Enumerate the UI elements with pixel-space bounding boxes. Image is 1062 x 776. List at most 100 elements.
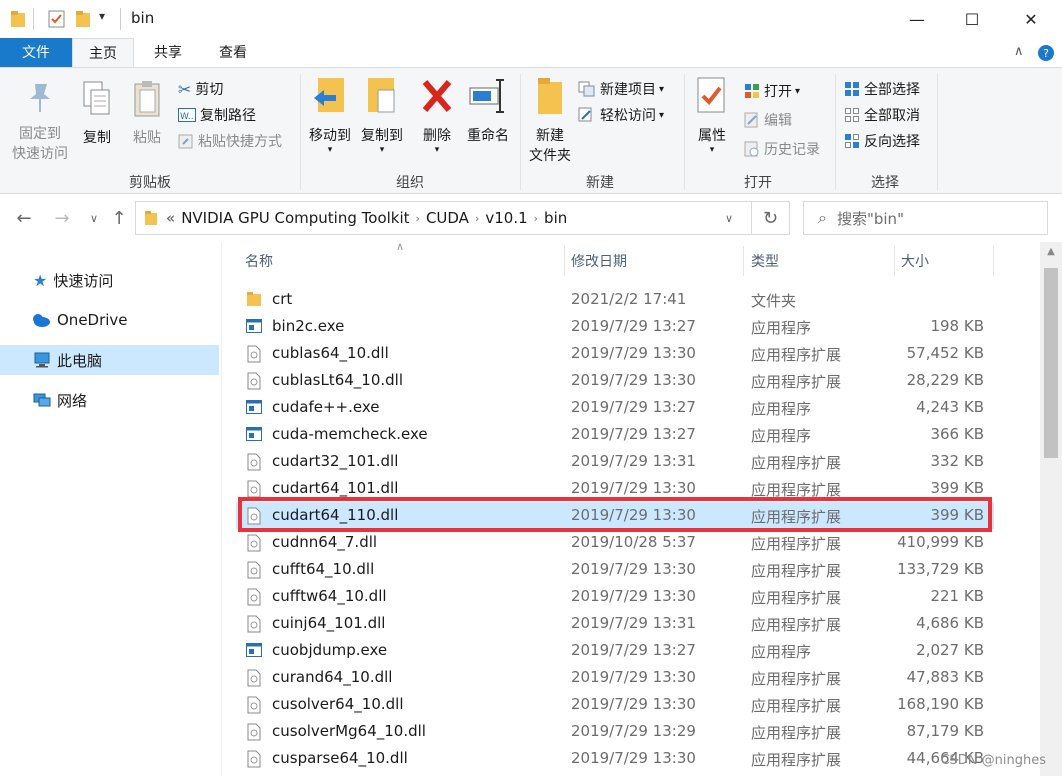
select-none-button[interactable]: 全部取消	[844, 105, 920, 125]
collapse-ribbon-icon[interactable]: ∧	[1014, 44, 1024, 59]
properties-icon	[697, 77, 725, 113]
delete-button[interactable]: 删除 ▾	[416, 76, 458, 155]
breadcrumb-nvidia[interactable]: NVIDIA GPU Computing Toolkit	[181, 209, 409, 227]
column-header-size[interactable]: 大小	[901, 251, 929, 271]
properties-button[interactable]: 属性 ▾	[688, 76, 736, 155]
file-row[interactable]: cudart32_101.dll 2019/7/29 13:31 应用程序扩展 332…	[236, 448, 994, 475]
rename-button[interactable]: 重命名	[462, 76, 514, 146]
breadcrumb-overflow[interactable]: «	[166, 209, 175, 227]
file-row[interactable]: cuobjdump.exe 2019/7/29 13:27 应用程序 2,027 KB	[236, 637, 994, 664]
dll-file-icon	[247, 345, 261, 363]
file-date: 2019/7/29 13:30	[571, 749, 696, 767]
file-row[interactable]: bin2c.exe 2019/7/29 13:27 应用程序 198 KB	[236, 313, 994, 340]
paste-shortcut-button[interactable]: 粘贴快捷方式	[178, 131, 282, 151]
breadcrumb-chevron-icon[interactable]: ›	[475, 212, 479, 225]
file-row[interactable]: cuinj64_101.dll 2019/7/29 13:31 应用程序扩展 4,68…	[236, 610, 994, 637]
pin-to-quick-access-button[interactable]: 固定到 快速访问	[8, 80, 72, 164]
file-date: 2019/7/29 13:30	[571, 371, 696, 389]
dll-file-icon	[247, 615, 261, 633]
edit-button[interactable]: 编辑	[744, 110, 792, 130]
up-arrow-icon[interactable]: ↑	[107, 206, 131, 230]
breadcrumb-v101[interactable]: v10.1	[485, 209, 527, 227]
column-divider[interactable]	[993, 246, 994, 276]
breadcrumb-chevron-icon[interactable]: ›	[534, 212, 538, 225]
cut-button[interactable]: ✂ 剪切	[178, 79, 223, 99]
breadcrumb-cuda[interactable]: CUDA	[426, 209, 469, 227]
tab-share[interactable]: 共享	[140, 38, 196, 68]
easy-access-button[interactable]: 轻松访问 ▾	[578, 105, 664, 125]
help-icon[interactable]: ?	[1037, 44, 1055, 62]
column-divider[interactable]	[564, 246, 565, 276]
back-arrow-icon[interactable]: ←	[12, 206, 36, 230]
new-item-button[interactable]: 新建项目 ▾	[578, 79, 664, 99]
file-row[interactable]: crt 2021/2/2 17:41 文件夹	[236, 286, 994, 313]
file-row[interactable]: curand64_10.dll 2019/7/29 13:30 应用程序扩展 47,8…	[236, 664, 994, 691]
tab-file[interactable]: 文件	[0, 38, 72, 68]
close-button[interactable]: ✕	[1002, 0, 1060, 38]
scroll-thumb[interactable]	[1044, 268, 1058, 458]
recent-locations-icon[interactable]: ∨	[82, 206, 106, 230]
file-name: cudnn64_7.dll	[272, 533, 378, 551]
new-folder-label-line1: 新建	[536, 128, 564, 144]
file-row[interactable]: cublas64_10.dll 2019/7/29 13:30 应用程序扩展 57,4…	[236, 340, 994, 367]
nav-item-quick-access[interactable]: ★ 快速访问	[0, 265, 219, 295]
tab-home[interactable]: 主页	[72, 38, 134, 68]
properties-quick-icon[interactable]	[48, 10, 66, 28]
search-box[interactable]: ⌕ 搜索"bin"	[803, 201, 1048, 235]
file-row[interactable]: cusparse64_10.dll 2019/7/29 13:30 应用程序扩展 44…	[236, 745, 994, 772]
invert-selection-button[interactable]: 反向选择	[844, 131, 920, 151]
file-size: 221 KB	[930, 587, 984, 605]
address-bar[interactable]: « NVIDIA GPU Computing Toolkit › CUDA › …	[135, 201, 752, 235]
file-row[interactable]: cusolverMg64_10.dll 2019/7/29 13:29 应用程序扩展…	[236, 718, 994, 745]
navigation-bar: ← → ∨ ↑ « NVIDIA GPU Computing Toolkit ›…	[0, 196, 1062, 242]
forward-arrow-icon[interactable]: →	[50, 206, 74, 230]
file-row[interactable]: cuda-memcheck.exe 2019/7/29 13:27 应用程序 366 …	[236, 421, 994, 448]
file-row[interactable]: cusolver64_10.dll 2019/7/29 13:30 应用程序扩展 16…	[236, 691, 994, 718]
maximize-button[interactable]: ☐	[943, 0, 1001, 38]
file-row[interactable]: cufft64_10.dll 2019/7/29 13:30 应用程序扩展 133,7…	[236, 556, 994, 583]
dll-file-icon	[247, 534, 261, 552]
exe-file-icon	[246, 427, 262, 441]
ribbon-tabs: 文件 主页 共享 查看 ∧ ?	[0, 38, 1062, 68]
breadcrumb-chevron-icon[interactable]: ›	[416, 212, 420, 225]
scroll-up-icon[interactable]: ▲	[1040, 246, 1062, 264]
nav-item-this-pc[interactable]: 此电脑	[0, 345, 219, 375]
address-dropdown-icon[interactable]: ∨	[725, 212, 733, 225]
new-item-label: 新建项目	[600, 82, 656, 98]
column-divider[interactable]	[894, 246, 895, 276]
file-row[interactable]: cudafe++.exe 2019/7/29 13:27 应用程序 4,243 KB	[236, 394, 994, 421]
column-header-date[interactable]: 修改日期	[571, 251, 627, 271]
file-row[interactable]: cublasLt64_10.dll 2019/7/29 13:30 应用程序扩展 28…	[236, 367, 994, 394]
copy-to-dropdown-icon: ▾	[379, 145, 385, 155]
refresh-icon[interactable]: ↻	[752, 201, 790, 235]
file-row[interactable]: cudnn64_7.dll 2019/10/28 5:37 应用程序扩展 410,99…	[236, 529, 994, 556]
cloud-icon	[33, 314, 50, 327]
vertical-scrollbar[interactable]: ▲	[1040, 242, 1062, 776]
breadcrumb-bin[interactable]: bin	[544, 209, 567, 227]
column-header-type[interactable]: 类型	[751, 251, 779, 271]
select-all-button[interactable]: 全部选择	[844, 79, 920, 99]
minimize-button[interactable]: —	[888, 0, 946, 38]
move-to-button[interactable]: 移动到 ▾	[304, 76, 356, 155]
new-group-label: 新建	[586, 175, 614, 191]
column-divider[interactable]	[743, 246, 744, 276]
tab-view[interactable]: 查看	[204, 38, 262, 68]
file-date: 2019/7/29 13:31	[571, 614, 696, 632]
copy-button[interactable]: 复制	[78, 80, 116, 148]
copy-path-button[interactable]: W.. 复制路径	[178, 105, 256, 125]
new-folder-button[interactable]: 新建 文件夹	[524, 76, 576, 166]
file-type: 应用程序扩展	[751, 697, 842, 715]
history-button[interactable]: 历史记录	[744, 139, 820, 159]
open-button[interactable]: 打开 ▾	[744, 81, 800, 101]
column-header-name[interactable]: 名称	[245, 251, 273, 271]
customize-quick-access-icon[interactable]: ▾	[99, 9, 105, 23]
paste-button[interactable]: 粘贴	[128, 80, 166, 148]
group-separator	[937, 74, 938, 190]
nav-item-network[interactable]: 网络	[0, 385, 219, 415]
new-folder-quick-icon[interactable]	[75, 10, 91, 28]
nav-item-onedrive[interactable]: OneDrive	[0, 305, 219, 335]
file-date: 2019/7/29 13:27	[571, 425, 696, 443]
dll-file-icon	[247, 453, 261, 471]
copy-to-button[interactable]: 复制到 ▾	[356, 76, 408, 155]
file-row[interactable]: cufftw64_10.dll 2019/7/29 13:30 应用程序扩展 221 …	[236, 583, 994, 610]
